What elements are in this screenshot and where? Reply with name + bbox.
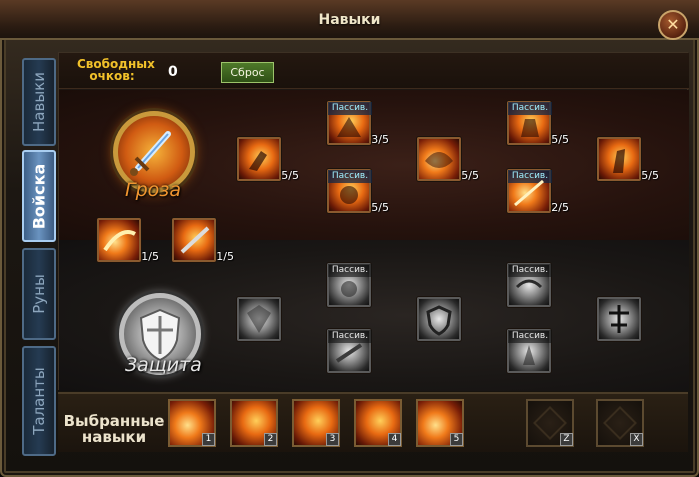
skills-panel: Свободных очков: 0 Сброс Гроза 5/5 Пасси… xyxy=(58,52,689,391)
defense-skill-3[interactable]: Пассив. xyxy=(327,329,372,373)
defense-skill-5[interactable]: Пассив. xyxy=(507,263,552,307)
skill-level: 2/5 xyxy=(551,201,569,214)
skill-level: 1/5 xyxy=(216,250,234,263)
skill-level: 5/5 xyxy=(371,201,389,214)
fire-skill-4[interactable]: 5/5 xyxy=(417,137,479,182)
fire-tree-name: Гроза xyxy=(125,179,182,201)
quick-slot-5[interactable]: 5 xyxy=(416,399,464,447)
hotkey-badge: 2 xyxy=(264,433,277,446)
tab-skills-label: Навыки xyxy=(30,72,48,132)
tab-runes[interactable]: Руны xyxy=(22,248,56,340)
free-points-label: Свободных очков: xyxy=(77,57,155,83)
tab-talents[interactable]: Таланты xyxy=(22,346,56,456)
quick-slot-x[interactable]: X xyxy=(596,399,644,447)
free-points-value: 0 xyxy=(168,64,178,80)
skill-level: 3/5 xyxy=(371,133,389,146)
selected-skills-label: Выбранные навыки xyxy=(63,412,165,446)
skill-level: 5/5 xyxy=(461,169,479,182)
fire-skill-8[interactable]: 1/5 xyxy=(97,218,159,263)
fire-skill-3[interactable]: Пассив. 5/5 xyxy=(327,169,389,214)
defense-skill-7[interactable] xyxy=(597,297,641,341)
close-icon[interactable]: ✕ xyxy=(658,10,688,40)
fire-skill-6[interactable]: Пассив. 2/5 xyxy=(507,169,569,214)
tab-troops-label: Войска xyxy=(29,163,49,229)
quick-slot-4[interactable]: 4 xyxy=(354,399,402,447)
hotkey-badge: Z xyxy=(560,433,573,446)
skill-level: 5/5 xyxy=(551,133,569,146)
fire-skill-5[interactable]: Пассив. 5/5 xyxy=(507,101,569,146)
quick-slot-z[interactable]: Z xyxy=(526,399,574,447)
hotkey-badge: 4 xyxy=(388,433,401,446)
tab-runes-label: Руны xyxy=(30,274,49,314)
points-bar: Свободных очков: 0 Сброс xyxy=(59,53,689,89)
selected-skills-bar: Выбранные навыки 1 2 3 4 5 Z X xyxy=(58,392,688,452)
title-bar: Навыки ✕ xyxy=(0,0,699,40)
hotkey-badge: X xyxy=(630,433,643,446)
window-title: Навыки xyxy=(318,12,381,28)
tab-troops[interactable]: Войска xyxy=(22,150,56,242)
hotkey-badge: 5 xyxy=(450,433,463,446)
reset-button[interactable]: Сброс xyxy=(221,62,274,83)
skill-level: 1/5 xyxy=(141,250,159,263)
quick-slot-1[interactable]: 1 xyxy=(168,399,216,447)
defense-tree-name: Защита xyxy=(125,354,202,376)
fire-skill-9[interactable]: 1/5 xyxy=(172,218,234,263)
skill-level: 5/5 xyxy=(641,169,659,182)
quick-slot-3[interactable]: 3 xyxy=(292,399,340,447)
skill-level: 5/5 xyxy=(281,169,299,182)
fire-skill-1[interactable]: 5/5 xyxy=(237,137,299,182)
defense-skill-2[interactable]: Пассив. xyxy=(327,263,372,307)
fire-skill-2[interactable]: Пассив. 3/5 xyxy=(327,101,389,146)
hotkey-badge: 3 xyxy=(326,433,339,446)
defense-skill-4[interactable] xyxy=(417,297,461,341)
defense-skill-1[interactable] xyxy=(237,297,281,341)
quick-slot-2[interactable]: 2 xyxy=(230,399,278,447)
tab-talents-label: Таланты xyxy=(30,367,48,435)
tab-skills[interactable]: Навыки xyxy=(22,58,56,146)
fire-skill-7[interactable]: 5/5 xyxy=(597,137,659,182)
hotkey-badge: 1 xyxy=(202,433,215,446)
defense-skill-6[interactable]: Пассив. xyxy=(507,329,552,373)
